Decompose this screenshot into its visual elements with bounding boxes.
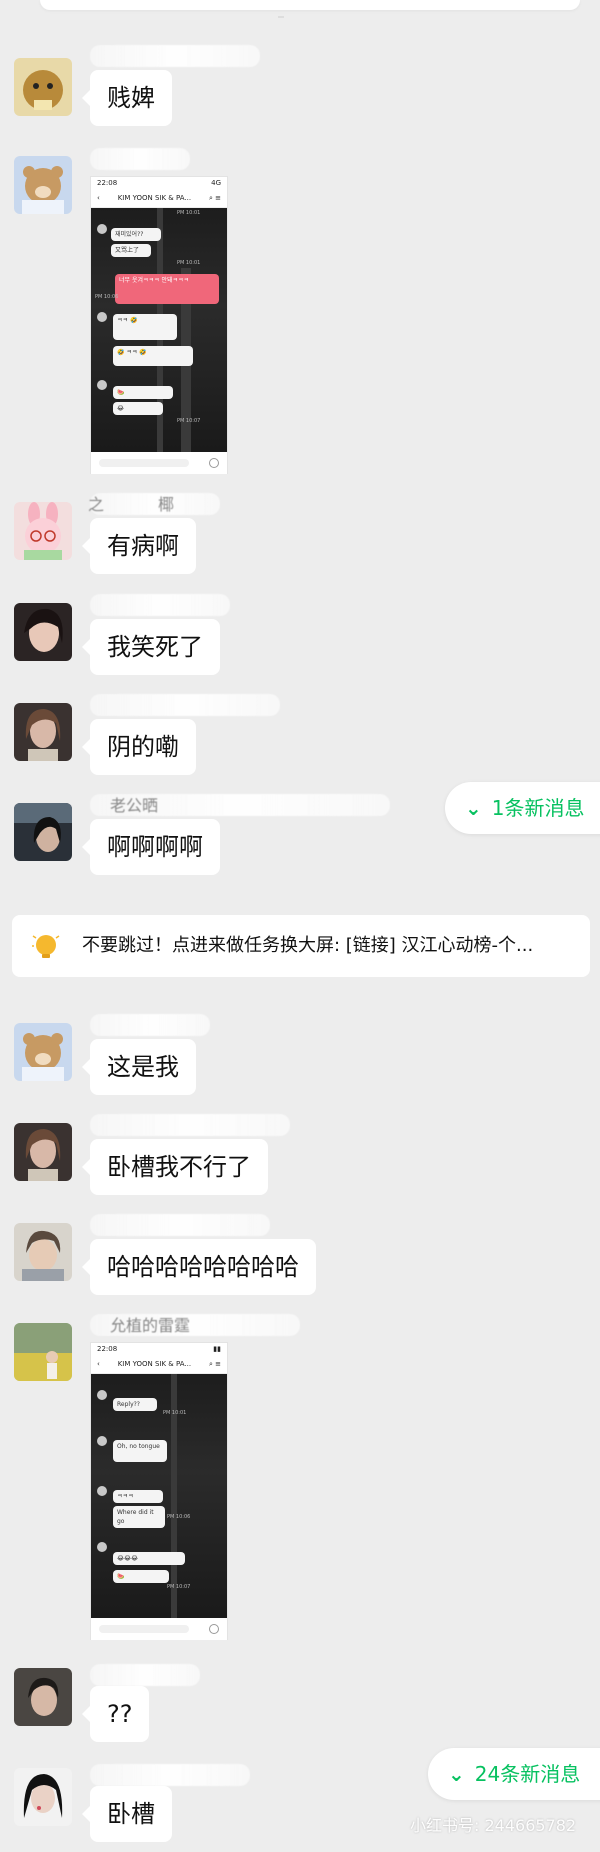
divider xyxy=(278,16,284,18)
search-icon: ⌕ ≡ xyxy=(208,194,221,202)
screenshot-chat-area: Reply?? PM 10:01 Oh, no tongue ㅋㅋㅋ Where… xyxy=(91,1374,227,1618)
avatar[interactable] xyxy=(14,1668,72,1726)
screenshot-chat-title: KIM YOON SIK & PA... xyxy=(117,1360,192,1368)
notice-text: 不要跳过！点进来做任务换大屏: [链接] 汉江心动榜-个... xyxy=(82,935,534,956)
avatar-man-icon xyxy=(14,1668,72,1726)
avatar[interactable] xyxy=(14,1323,72,1381)
nickname-blurred xyxy=(90,1764,250,1786)
avatar-hamster-icon xyxy=(14,58,72,116)
chat-screenshot-image[interactable]: 22:08 4G ‹ KIM YOON SIK & PA... ⌕ ≡ PM 1… xyxy=(90,176,228,474)
previous-message-edge xyxy=(40,0,580,10)
message-bubble[interactable]: 这是我 xyxy=(82,1039,196,1095)
back-icon: ‹ xyxy=(97,194,100,202)
nickname-blurred xyxy=(90,45,260,67)
avatar[interactable] xyxy=(14,1223,72,1281)
avatar-bunny-icon xyxy=(14,502,72,560)
avatar-boy-icon xyxy=(14,1223,72,1281)
screenshot-chat-area: PM 10:01 재미있어?? 又骂上了 PM 10:01 너무 웃겨ㅋㅋㅋ 안… xyxy=(91,208,227,452)
watermark: 小红书号: 244665782 xyxy=(410,1816,577,1835)
nickname-blurred: 之 椰 xyxy=(88,493,220,515)
avatar[interactable] xyxy=(14,703,72,761)
avatar-bear-icon xyxy=(14,156,72,214)
lightbulb-icon xyxy=(32,935,60,958)
message-bubble[interactable]: 阴的嘞 xyxy=(82,719,196,775)
avatar[interactable] xyxy=(14,1768,72,1826)
avatar-profile-icon xyxy=(14,803,72,861)
nickname-blurred xyxy=(90,1214,270,1236)
search-icon: ⌕ ≡ xyxy=(208,1360,221,1368)
message-bubble[interactable]: ?? xyxy=(81,1686,150,1742)
nickname-blurred: 允植的雷霆 xyxy=(90,1314,300,1336)
new-messages-button[interactable]: ⌄ 1条新消息 xyxy=(445,782,600,834)
message-bubble[interactable]: 有病啊 xyxy=(82,518,196,574)
screenshot-time: 22:08 xyxy=(97,179,118,187)
screenshot-signal: 4G xyxy=(211,179,221,187)
message-bubble[interactable]: 我笑死了 xyxy=(82,619,220,675)
notice-banner[interactable]: 不要跳过！点进来做任务换大屏: [链接] 汉江心动榜-个... xyxy=(12,915,590,977)
nickname-blurred: 老公晒 xyxy=(90,794,390,816)
new-messages-button[interactable]: ⌄ 24条新消息 xyxy=(428,1748,600,1800)
new-messages-label: 24条新消息 xyxy=(474,1762,581,1786)
avatar[interactable] xyxy=(14,1123,72,1181)
nickname-blurred xyxy=(90,594,230,616)
screenshot-input-bar xyxy=(91,452,227,474)
message-bubble[interactable]: 哈哈哈哈哈哈哈哈 xyxy=(82,1239,316,1295)
avatar-girl-icon xyxy=(14,603,72,661)
screenshot-chat-title: KIM YOON SIK & PA... xyxy=(117,194,192,202)
message-bubble[interactable]: 卧槽我不行了 xyxy=(82,1139,268,1195)
chevron-down-icon: ⌄ xyxy=(465,796,482,820)
avatar[interactable] xyxy=(14,502,72,560)
chevron-down-icon: ⌄ xyxy=(448,1762,465,1786)
avatar[interactable] xyxy=(14,58,72,116)
avatar[interactable] xyxy=(14,803,72,861)
screenshot-input-bar xyxy=(91,1618,227,1640)
chat-screenshot-image[interactable]: 22:08 ▮▮ ‹ KIM YOON SIK & PA... ⌕ ≡ Repl… xyxy=(90,1342,228,1640)
nickname-blurred xyxy=(90,1664,200,1686)
avatar-bear-icon xyxy=(14,1023,72,1081)
back-icon: ‹ xyxy=(97,1360,100,1368)
avatar[interactable] xyxy=(14,156,72,214)
message-bubble[interactable]: 卧槽 xyxy=(82,1786,172,1842)
nickname-blurred xyxy=(90,148,190,170)
nickname-blurred xyxy=(90,1114,290,1136)
avatar[interactable] xyxy=(14,603,72,661)
new-messages-label: 1条新消息 xyxy=(491,796,585,820)
avatar[interactable] xyxy=(14,1023,72,1081)
nickname-blurred xyxy=(90,694,280,716)
avatar-woman-icon xyxy=(14,1768,72,1826)
screenshot-time: 22:08 xyxy=(97,1345,118,1353)
message-bubble[interactable]: 啊啊啊啊 xyxy=(82,819,220,875)
nickname-blurred xyxy=(90,1014,210,1036)
avatar-woman-icon xyxy=(14,1123,72,1181)
avatar-field-icon xyxy=(14,1323,72,1381)
message-bubble[interactable]: 贱婢 xyxy=(82,70,172,126)
avatar-woman-icon xyxy=(14,703,72,761)
